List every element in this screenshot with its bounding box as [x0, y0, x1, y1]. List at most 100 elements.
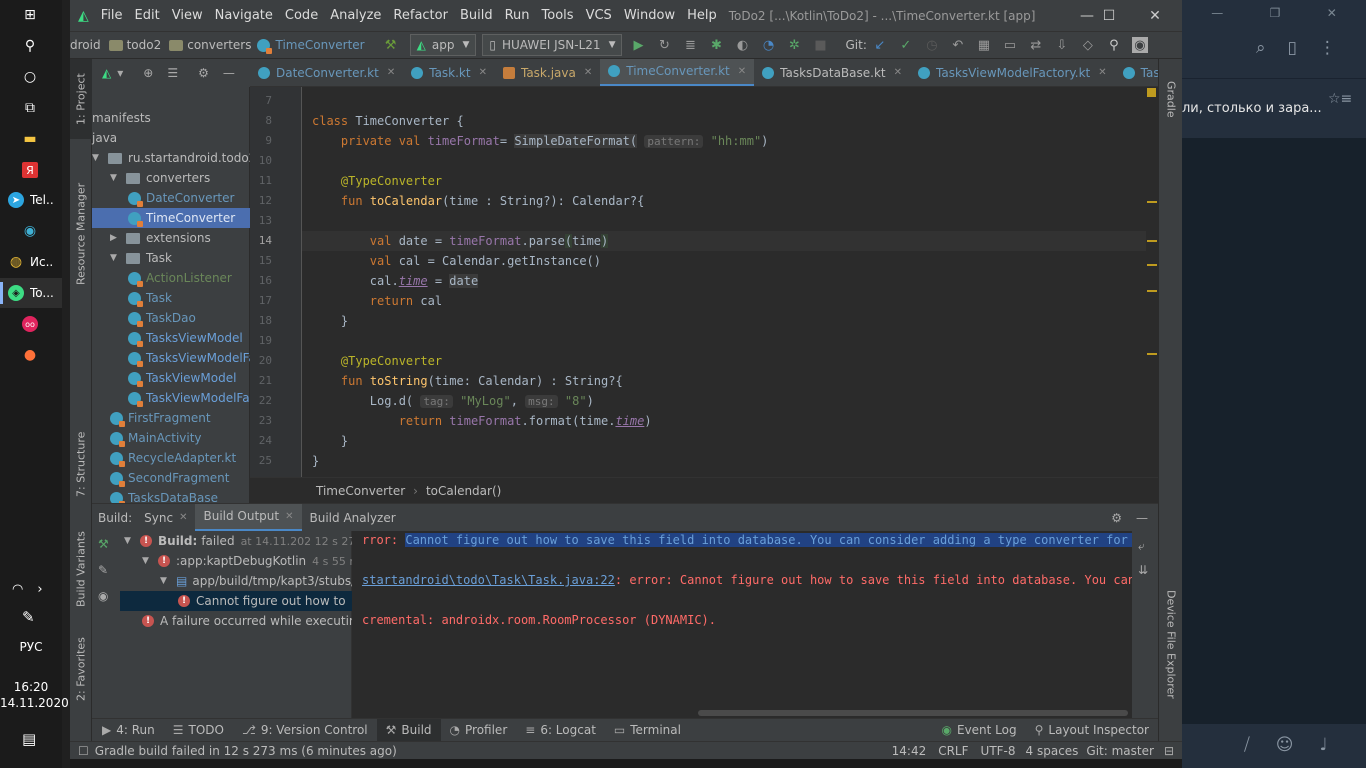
tree-item[interactable]: TaskViewModelFact: [92, 388, 261, 408]
collapse-icon[interactable]: ▼: [160, 576, 170, 586]
tree-item[interactable]: java: [92, 128, 250, 148]
pen-icon[interactable]: ✎: [22, 608, 35, 626]
device-select[interactable]: ▯ HUAWEI JSN-L21 ▼: [482, 34, 623, 56]
breadcrumb-converters[interactable]: converters: [165, 38, 251, 52]
attach-icon[interactable]: ✲: [786, 37, 802, 53]
tab-build-variants[interactable]: Build Variants: [70, 519, 92, 619]
editor-scrollbar[interactable]: [1146, 87, 1158, 477]
tree-item[interactable]: FirstFragment: [92, 408, 250, 428]
caret-position[interactable]: 14:42: [892, 744, 927, 758]
git-update-icon[interactable]: ↙: [872, 37, 888, 53]
chrome-task[interactable]: ◍ Ис...: [0, 247, 62, 277]
expand-icon[interactable]: ▶: [110, 233, 120, 243]
sdk-manager-icon[interactable]: ⇩: [1054, 37, 1070, 53]
output-file-link[interactable]: startandroid\todo\Task\Task.java:22: [362, 573, 615, 587]
close-icon[interactable]: ✕: [738, 66, 746, 77]
debug-icon[interactable]: ✱: [708, 37, 724, 53]
tree-item[interactable]: manifests: [92, 108, 250, 128]
editor-tab[interactable]: Task.java ✕: [495, 59, 600, 86]
yandex-button[interactable]: Я: [0, 155, 62, 185]
close-icon[interactable]: ✕: [479, 67, 487, 78]
editor-tab[interactable]: Task.kt ✕: [403, 59, 495, 86]
tab-resource-manager[interactable]: Resource Manager: [70, 149, 92, 319]
start-button[interactable]: ⊞: [0, 0, 62, 30]
cortana-button[interactable]: ○: [0, 62, 62, 92]
close-icon[interactable]: ✕: [584, 67, 592, 78]
menu-refactor[interactable]: Refactor: [393, 8, 448, 23]
tree-item[interactable]: SecondFragment: [92, 468, 250, 488]
explorer-button[interactable]: ▬: [0, 124, 62, 154]
telegram-task[interactable]: ➤ Tel...: [0, 185, 62, 215]
tool-button-versioncontrol[interactable]: ⎇ 9: Version Control: [233, 719, 377, 742]
unmute-icon[interactable]: ☆≡: [1328, 91, 1352, 107]
tab-project[interactable]: 1: Project: [70, 59, 92, 139]
tree-item[interactable]: ▶ extensions: [92, 228, 250, 248]
hide-panel-icon[interactable]: —: [223, 66, 235, 80]
menu-build[interactable]: Build: [460, 8, 493, 23]
rebuild-icon[interactable]: ⚒: [98, 537, 109, 551]
emoji-icon[interactable]: ☺: [1276, 735, 1294, 755]
tree-item[interactable]: Task: [92, 288, 250, 308]
horizontal-scrollbar[interactable]: [352, 708, 1132, 718]
firefox-button[interactable]: ●: [0, 340, 62, 370]
close-icon[interactable]: ✕: [285, 511, 293, 522]
event-log-button[interactable]: ◉ Event Log: [933, 719, 1026, 742]
app-button[interactable]: oo: [0, 309, 62, 339]
editor-tab[interactable]: TasksDataBase.kt ✕: [754, 59, 910, 86]
menu-file[interactable]: File: [101, 8, 123, 23]
collapse-icon[interactable]: ▼: [110, 173, 120, 183]
tool-button-terminal[interactable]: ▭ Terminal: [605, 719, 690, 742]
view-select-chevron-icon[interactable]: ▾: [117, 66, 123, 80]
maximize-button[interactable]: ☐: [1086, 0, 1132, 31]
tool-button-profiler[interactable]: ◔ Profiler: [441, 719, 517, 742]
microphone-icon[interactable]: ♩: [1320, 735, 1328, 755]
menu-analyze[interactable]: Analyze: [330, 8, 381, 23]
tree-item[interactable]: RecycleAdapter.kt: [92, 448, 250, 468]
scroll-marker[interactable]: [1147, 201, 1157, 203]
tab-device-file-explorer[interactable]: Device File Explorer: [1159, 584, 1183, 704]
editor-tab[interactable]: TasksViewModelFactory.kt ✕: [910, 59, 1115, 86]
tool-button-todo[interactable]: ☰ TODO: [164, 719, 233, 742]
settings-icon[interactable]: ⚙: [198, 66, 209, 80]
tree-item[interactable]: ▼ ru.startandroid.todo2: [92, 148, 256, 168]
android-studio-task[interactable]: ◈ To...: [0, 278, 62, 308]
warning-indicator-icon[interactable]: [1147, 88, 1156, 97]
scroll-marker[interactable]: [1147, 290, 1157, 292]
line-separator[interactable]: CRLF: [938, 744, 968, 758]
stop-icon[interactable]: ■: [812, 37, 828, 53]
tab-sync[interactable]: Sync ✕: [136, 504, 195, 532]
menu-help[interactable]: Help: [687, 8, 717, 23]
menu-code[interactable]: Code: [285, 8, 318, 23]
breadcrumb-root[interactable]: droid: [70, 38, 101, 52]
build-tree-row[interactable]: ▼!:app:kaptDebugKotlin 4 s 55 ms: [120, 551, 366, 571]
network-icon[interactable]: ◠: [12, 582, 23, 597]
build-tree-row[interactable]: ! Cannot figure out how to: [120, 591, 352, 611]
make-project-icon[interactable]: ⚒: [383, 37, 399, 53]
close-button[interactable]: ✕: [1132, 0, 1178, 31]
build-tree-row[interactable]: ! A failure occurred while executin: [120, 611, 357, 631]
scroll-to-end-icon[interactable]: ⇊: [1138, 563, 1148, 577]
telegram-chat-preview[interactable]: ли, столько и зара... ☆≡: [1182, 78, 1366, 138]
breadcrumb-class[interactable]: TimeConverter: [316, 484, 405, 498]
lock-icon[interactable]: ⊟: [1164, 744, 1174, 758]
collapse-icon[interactable]: ▼: [92, 153, 102, 163]
settings-icon[interactable]: ⚙: [1111, 511, 1122, 525]
clock-date[interactable]: 14.11.2020: [0, 696, 69, 710]
account-icon[interactable]: ◉: [1131, 37, 1148, 53]
scroll-marker[interactable]: [1147, 240, 1157, 242]
apply-changes-icon[interactable]: ↻: [656, 37, 672, 53]
locate-icon[interactable]: ⊕: [143, 66, 153, 80]
breadcrumb-method[interactable]: toCalendar(): [426, 484, 501, 498]
minimize-icon[interactable]: —: [1211, 6, 1223, 20]
status-toggle-icon[interactable]: ☐: [78, 744, 89, 758]
avd-manager-icon[interactable]: ▭: [1002, 37, 1018, 53]
layout-inspector-button[interactable]: ⚲ Layout Inspector: [1026, 719, 1158, 742]
git-commit-icon[interactable]: ✓: [898, 37, 914, 53]
build-tree-row[interactable]: ▼! Build: failed at 14.11.202 12 s 273 ms: [120, 531, 382, 551]
tool-button-logcat[interactable]: ≡ 6: Logcat: [516, 719, 605, 742]
git-push-icon[interactable]: ◷: [924, 37, 940, 53]
menu-window[interactable]: Window: [624, 8, 675, 23]
tree-item[interactable]: TaskViewModel: [92, 368, 250, 388]
tree-item[interactable]: DateConverter: [92, 188, 250, 208]
language-indicator[interactable]: РУС: [0, 640, 62, 654]
